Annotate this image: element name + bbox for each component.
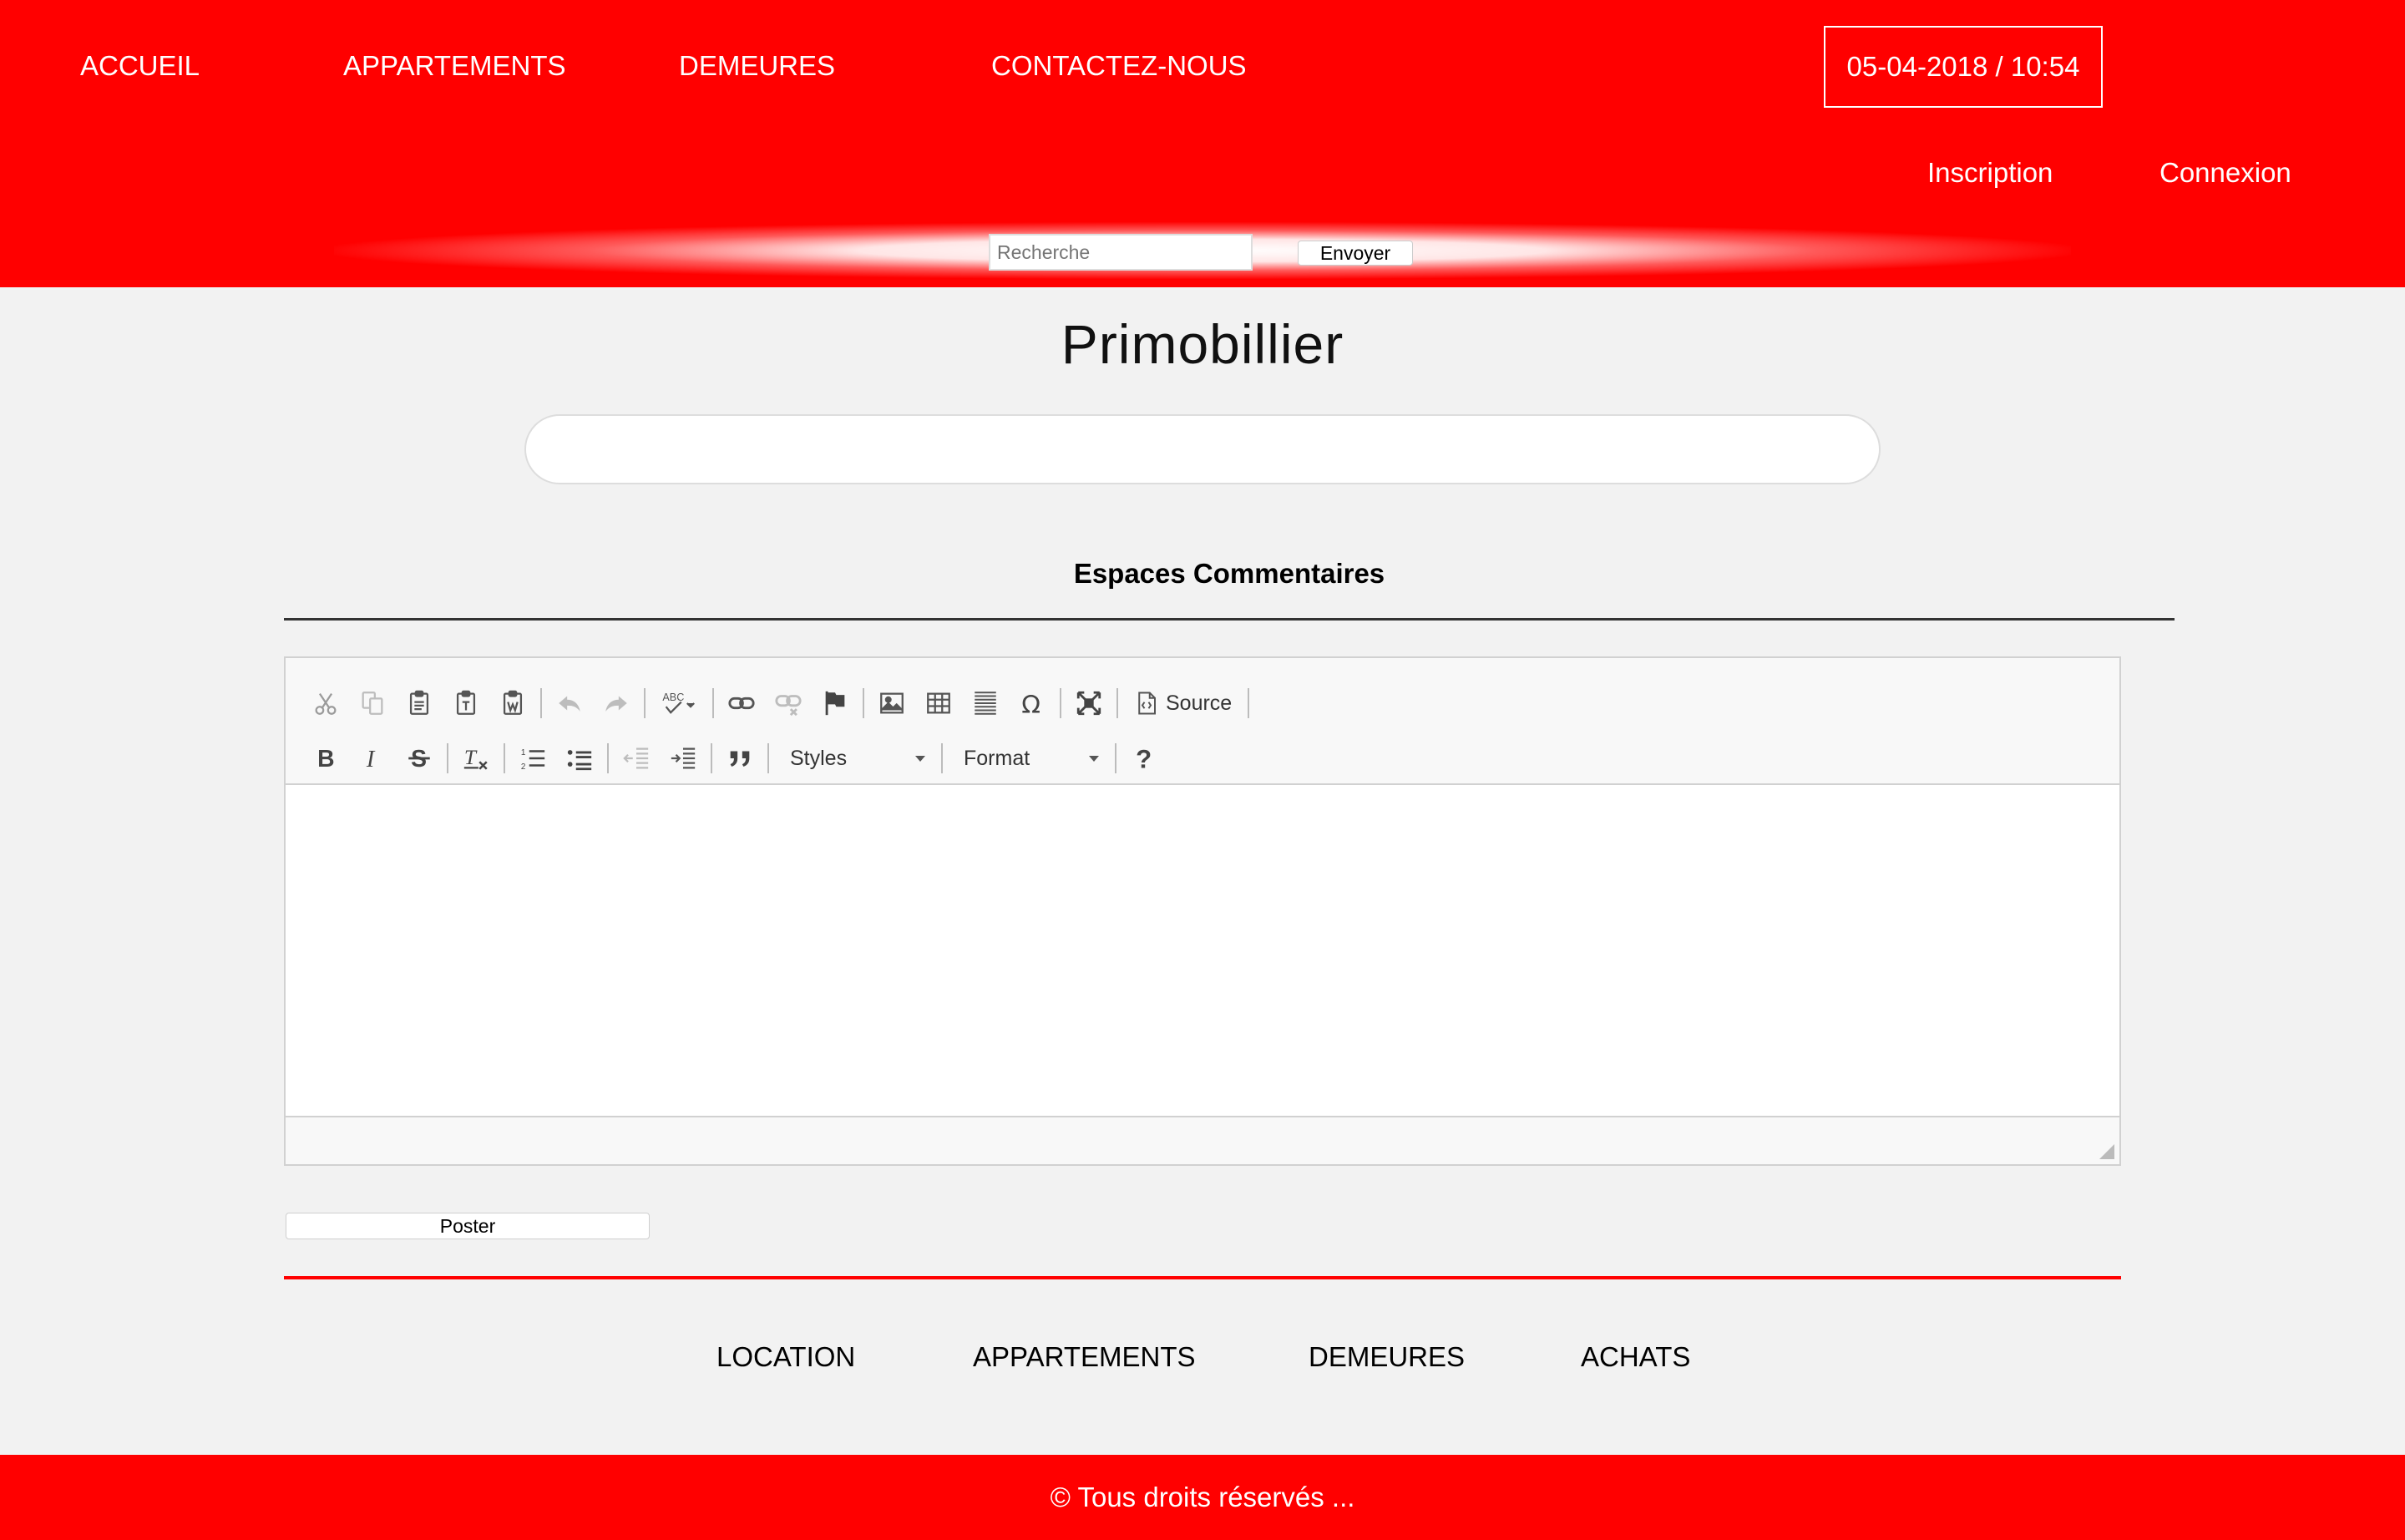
toolbar-separator [712, 688, 714, 718]
rich-text-editor: ABC Ω Source B I S T 1 2 Styles Format ? [284, 656, 2121, 1166]
paste-text-icon[interactable] [443, 680, 489, 727]
svg-text:ABC: ABC [662, 691, 684, 703]
link-icon[interactable] [718, 680, 765, 727]
unlink-icon[interactable] [765, 680, 812, 727]
special-char-icon[interactable]: Ω [1009, 680, 1056, 727]
pill-banner [524, 414, 1881, 484]
post-button[interactable]: Poster [286, 1213, 650, 1239]
styles-label: Styles [790, 746, 848, 770]
toolbar-separator [711, 743, 712, 773]
resize-handle-icon[interactable] [2099, 1144, 2114, 1159]
nav-accueil[interactable]: ACCUEIL [80, 50, 200, 82]
chevron-down-icon [1089, 755, 1099, 762]
paste-word-icon[interactable] [489, 680, 536, 727]
strikethrough-icon[interactable]: S [396, 735, 443, 782]
source-label: Source [1166, 691, 1233, 715]
horizontal-rule-icon[interactable] [962, 680, 1009, 727]
indent-icon[interactable] [660, 735, 706, 782]
svg-text:T: T [464, 745, 478, 769]
footer-link-achats[interactable]: ACHATS [1581, 1341, 1690, 1373]
svg-text:2: 2 [521, 762, 526, 772]
table-icon[interactable] [915, 680, 962, 727]
nav-demeures[interactable]: DEMEURES [679, 50, 835, 82]
footer-link-demeures[interactable]: DEMEURES [1309, 1341, 1465, 1373]
maximize-icon[interactable] [1066, 680, 1112, 727]
source-doc-icon [1138, 691, 1156, 715]
paste-icon[interactable] [396, 680, 443, 727]
search-submit-button[interactable]: Envoyer [1298, 241, 1413, 266]
spellcheck-icon[interactable]: ABC [650, 680, 708, 727]
toolbar-separator [1115, 743, 1116, 773]
footer-link-appartements[interactable]: APPARTEMENTS [973, 1341, 1196, 1373]
site-footer: © Tous droits réservés ... [0, 1455, 2405, 1540]
svg-text:B: B [317, 746, 334, 773]
copy-icon[interactable] [349, 680, 396, 727]
page-title: Primobillier [1061, 313, 1344, 375]
toolbar-separator [1060, 688, 1061, 718]
toolbar-separator [504, 743, 505, 773]
toolbar-separator [1248, 688, 1250, 718]
comments-heading: Espaces Commentaires [1073, 558, 1385, 589]
svg-text:1: 1 [521, 748, 526, 757]
toolbar-separator [941, 743, 943, 773]
outdent-icon[interactable] [613, 735, 660, 782]
copyright-text: © Tous droits réservés ... [1050, 1482, 1355, 1512]
toolbar-separator [863, 688, 864, 718]
format-dropdown[interactable]: Format [947, 735, 1111, 782]
editor-toolbar: ABC Ω Source B I S T 1 2 Styles Format ? [286, 658, 2119, 785]
footer-divider [284, 1276, 2121, 1279]
bullet-list-icon[interactable] [556, 735, 603, 782]
toolbar-separator [447, 743, 448, 773]
search-input[interactable] [989, 234, 1253, 271]
undo-icon[interactable] [546, 680, 593, 727]
toolbar-separator [540, 688, 542, 718]
svg-text:Ω: Ω [1021, 690, 1040, 717]
toolbar-separator [644, 688, 646, 718]
editor-status-bar [286, 1116, 2119, 1164]
remove-format-icon[interactable]: T [453, 735, 499, 782]
login-link[interactable]: Connexion [2159, 157, 2291, 189]
image-icon[interactable] [868, 680, 915, 727]
footer-link-location[interactable]: LOCATION [716, 1341, 855, 1373]
redo-icon[interactable] [593, 680, 640, 727]
italic-icon[interactable]: I [349, 735, 396, 782]
register-link[interactable]: Inscription [1927, 157, 2053, 189]
toolbar-separator [607, 743, 609, 773]
cut-icon[interactable] [302, 680, 349, 727]
datetime-display: 05-04-2018 / 10:54 [1824, 26, 2103, 108]
toolbar-separator [767, 743, 769, 773]
svg-text:I: I [366, 747, 376, 773]
toolbar-separator [1116, 688, 1118, 718]
source-button[interactable]: Source [1122, 680, 1243, 727]
nav-contactez-nous[interactable]: CONTACTEZ-NOUS [991, 50, 1247, 82]
anchor-flag-icon[interactable] [812, 680, 858, 727]
styles-dropdown[interactable]: Styles [773, 735, 937, 782]
bold-icon[interactable]: B [302, 735, 349, 782]
numbered-list-icon[interactable]: 12 [509, 735, 556, 782]
format-label: Format [964, 746, 1030, 770]
nav-appartements[interactable]: APPARTEMENTS [343, 50, 566, 82]
editor-content-area[interactable] [286, 785, 2119, 1119]
svg-text:?: ? [1136, 744, 1152, 773]
chevron-down-icon [915, 755, 925, 762]
site-header: ACCUEIL APPARTEMENTS DEMEURES CONTACTEZ-… [0, 0, 2405, 287]
section-divider [284, 618, 2175, 621]
help-icon[interactable]: ? [1121, 735, 1167, 782]
blockquote-icon[interactable] [716, 735, 763, 782]
